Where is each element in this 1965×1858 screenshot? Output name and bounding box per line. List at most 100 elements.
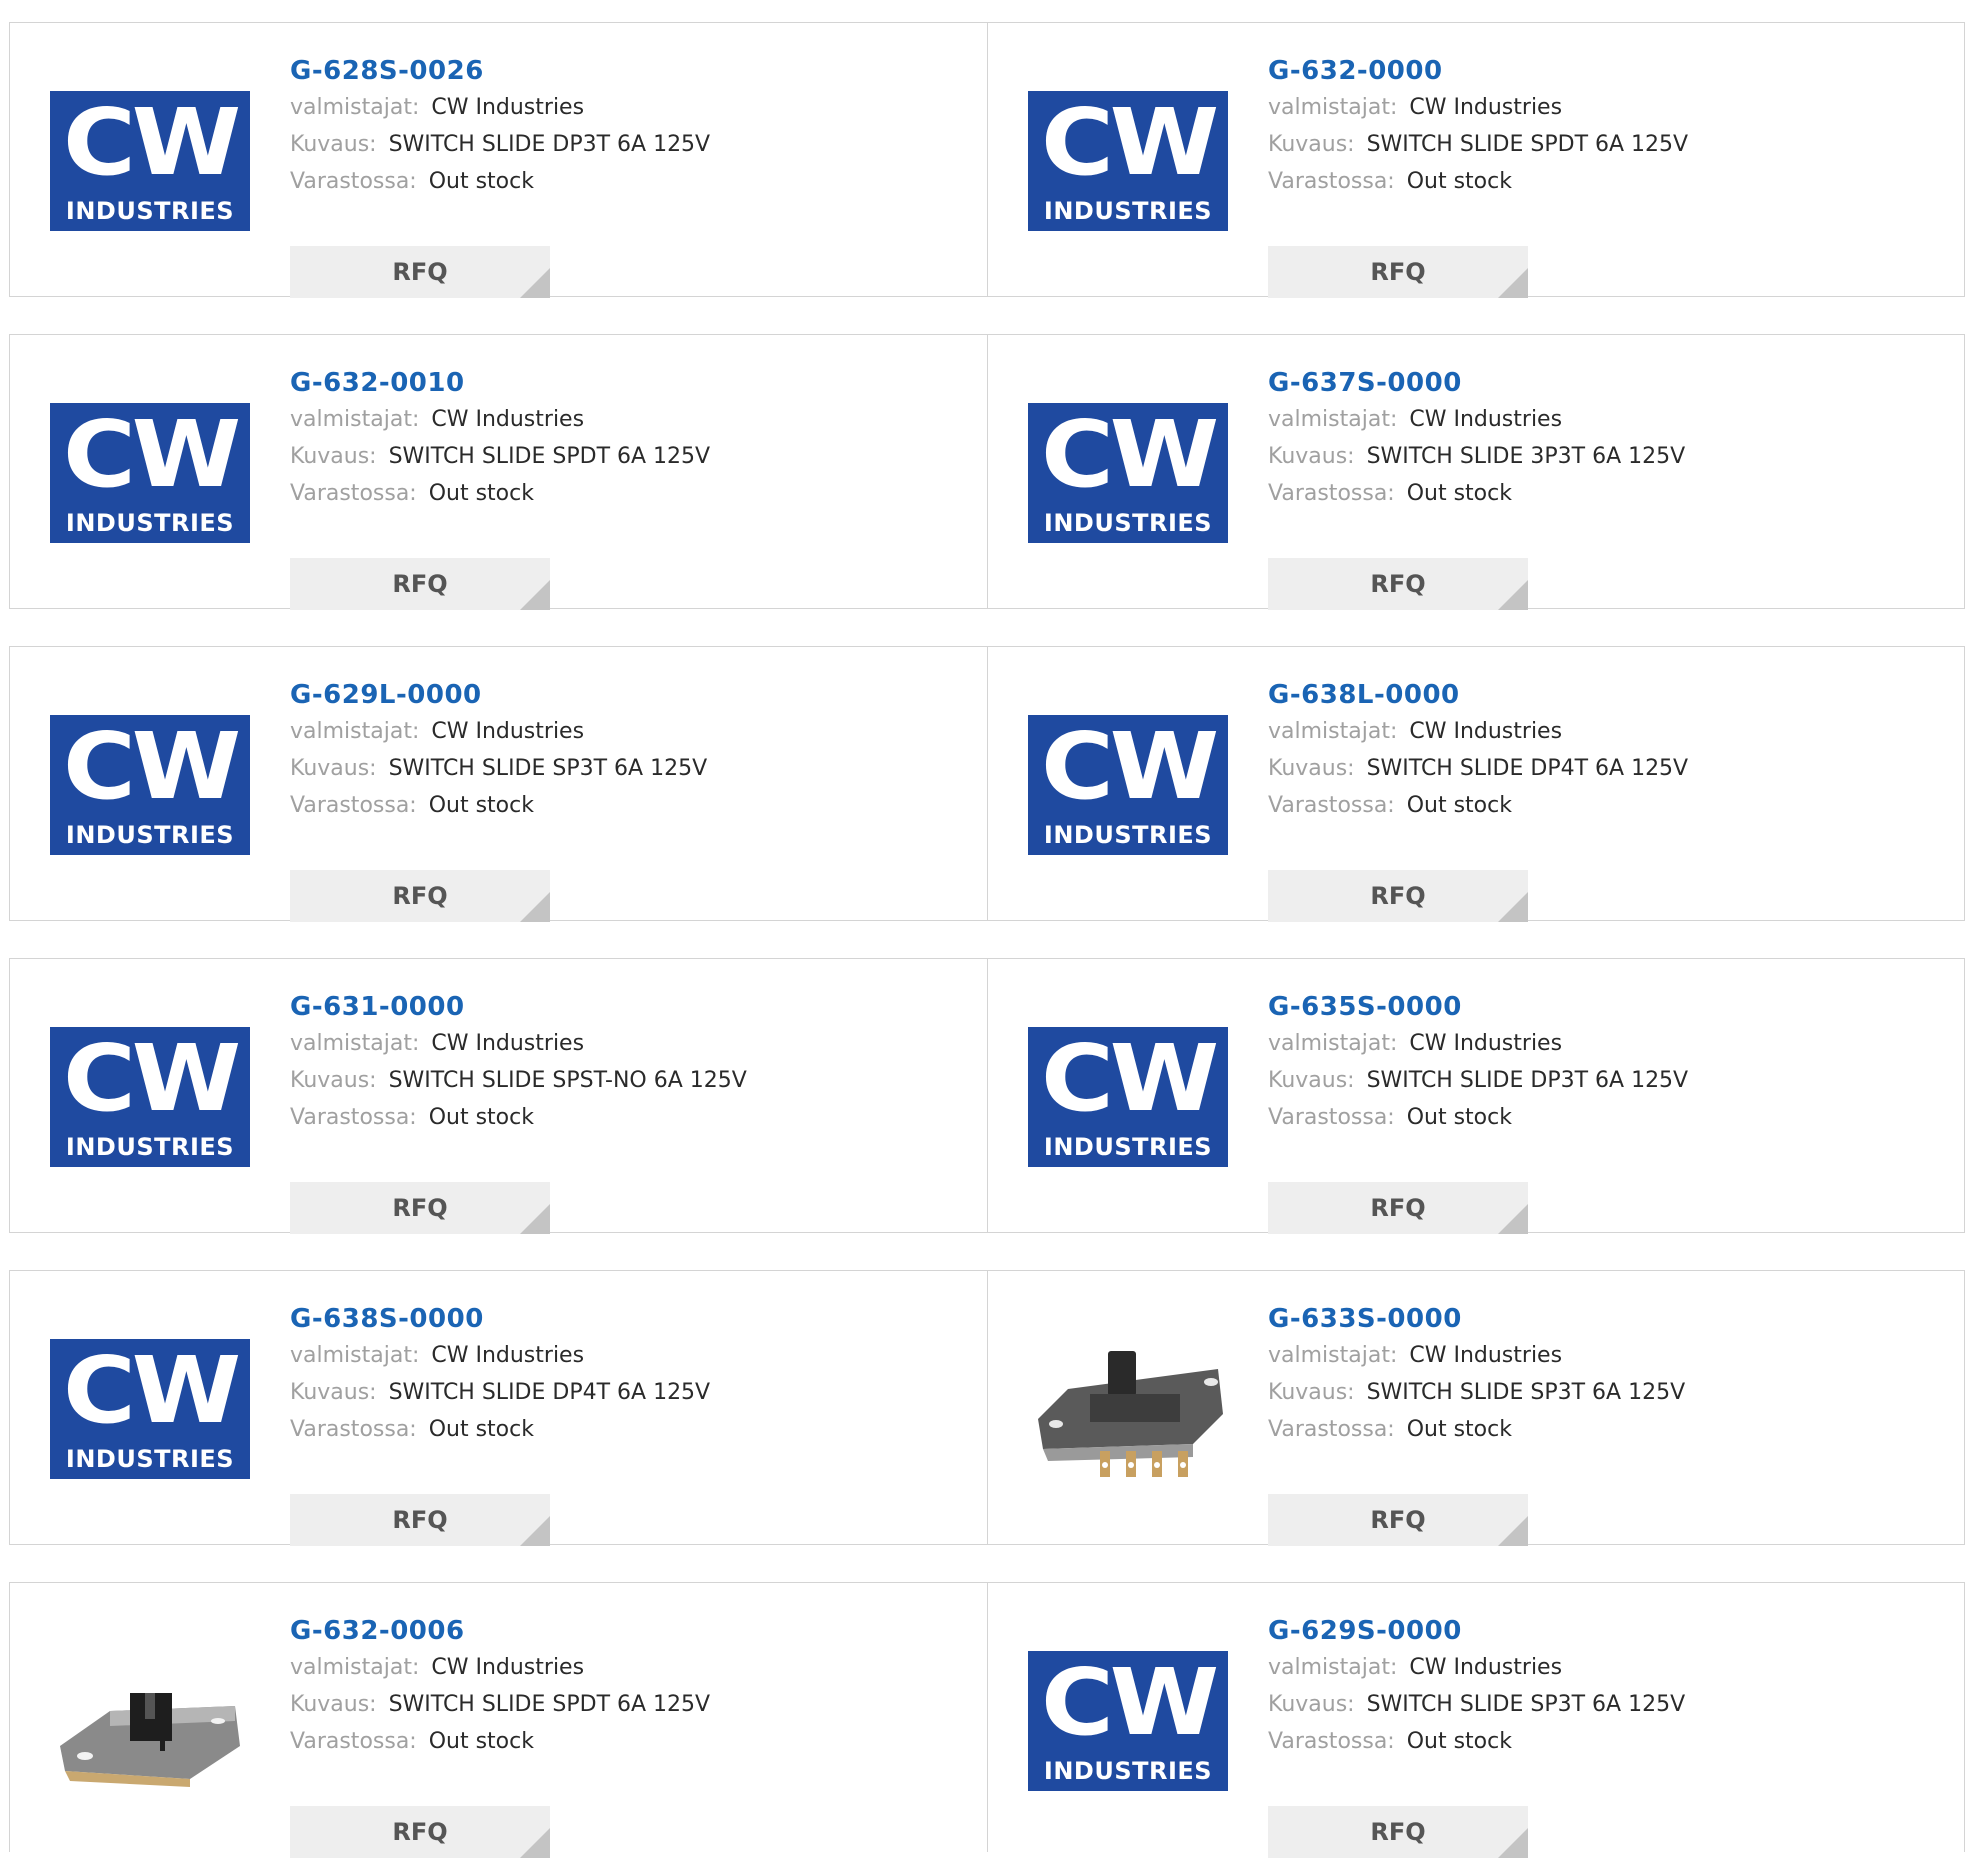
- rfq-button[interactable]: RFQ: [290, 1806, 550, 1858]
- part-number-link[interactable]: G-628S-0026: [290, 53, 484, 89]
- manufacturer-value[interactable]: CW Industries: [431, 1655, 584, 1680]
- manufacturer-label: valmistajat:: [1268, 719, 1398, 744]
- slide-switch-photo: [1038, 1351, 1223, 1477]
- product-image[interactable]: CW INDUSTRIES: [1028, 1651, 1228, 1791]
- product-image[interactable]: CW INDUSTRIES: [50, 91, 250, 231]
- stock-value: Out stock: [428, 169, 534, 194]
- product-row: CW INDUSTRIES G-629L-0000 valmistajat: CW …: [9, 646, 1965, 922]
- manufacturer-line: valmistajat: CW Industries: [1268, 713, 1908, 750]
- part-number-link[interactable]: G-638S-0000: [290, 1301, 484, 1337]
- rfq-button[interactable]: RFQ: [1268, 246, 1528, 298]
- manufacturer-line: valmistajat: CW Industries: [290, 1025, 930, 1062]
- product-card: CW INDUSTRIES G-628S-0026 valmistajat: CW …: [10, 23, 988, 298]
- manufacturer-label: valmistajat:: [1268, 1343, 1398, 1368]
- manufacturer-value[interactable]: CW Industries: [1409, 719, 1562, 744]
- product-image[interactable]: [1028, 1339, 1228, 1479]
- stock-label: Varastossa:: [1268, 481, 1395, 506]
- manufacturer-value[interactable]: CW Industries: [431, 1031, 584, 1056]
- logo-wordmark: INDUSTRIES: [1043, 821, 1213, 849]
- stock-value: Out stock: [428, 1105, 534, 1130]
- manufacturer-label: valmistajat:: [1268, 1655, 1398, 1680]
- logo-mark: CW: [63, 1339, 241, 1444]
- description-label: Kuvaus:: [290, 756, 377, 781]
- manufacturer-value[interactable]: CW Industries: [1409, 1031, 1562, 1056]
- rfq-button-label: RFQ: [1370, 1818, 1426, 1846]
- description-label: Kuvaus:: [1268, 756, 1355, 781]
- stock-value: Out stock: [1406, 169, 1512, 194]
- logo-mark: CW: [1041, 403, 1219, 508]
- description-value: SWITCH SLIDE SPDT 6A 125V: [388, 1692, 711, 1717]
- manufacturer-label: valmistajat:: [1268, 1031, 1398, 1056]
- description-value: SWITCH SLIDE SP3T 6A 125V: [388, 756, 708, 781]
- rfq-button-label: RFQ: [1370, 258, 1426, 286]
- manufacturer-value[interactable]: CW Industries: [431, 95, 584, 120]
- product-image[interactable]: CW INDUSTRIES: [1028, 715, 1228, 855]
- product-image[interactable]: [50, 1651, 250, 1791]
- logo-mark: CW: [63, 91, 241, 196]
- rfq-button[interactable]: RFQ: [1268, 1182, 1528, 1234]
- description-label: Kuvaus:: [290, 1380, 377, 1405]
- rfq-button[interactable]: RFQ: [1268, 1806, 1528, 1858]
- manufacturer-value[interactable]: CW Industries: [431, 719, 584, 744]
- rfq-button[interactable]: RFQ: [290, 558, 550, 610]
- manufacturer-line: valmistajat: CW Industries: [1268, 1025, 1908, 1062]
- rfq-button[interactable]: RFQ: [1268, 1494, 1528, 1546]
- product-card: CW INDUSTRIES G-638L-0000 valmistajat: CW …: [988, 647, 1965, 922]
- product-info: G-632-0010 valmistajat: CW Industries Kuv…: [290, 365, 930, 610]
- rfq-button-label: RFQ: [392, 1194, 448, 1222]
- corner-triangle-icon: [520, 1204, 550, 1234]
- product-image[interactable]: CW INDUSTRIES: [1028, 1027, 1228, 1167]
- rfq-button[interactable]: RFQ: [1268, 558, 1528, 610]
- part-number-link[interactable]: G-635S-0000: [1268, 989, 1462, 1025]
- manufacturer-value[interactable]: CW Industries: [431, 407, 584, 432]
- description-value: SWITCH SLIDE SPDT 6A 125V: [1366, 132, 1689, 157]
- product-image[interactable]: CW INDUSTRIES: [1028, 91, 1228, 231]
- description-value: SWITCH SLIDE DP3T 6A 125V: [388, 132, 711, 157]
- manufacturer-value[interactable]: CW Industries: [431, 1343, 584, 1368]
- rfq-button[interactable]: RFQ: [290, 870, 550, 922]
- product-image[interactable]: CW INDUSTRIES: [50, 1339, 250, 1479]
- manufacturer-value[interactable]: CW Industries: [1409, 1343, 1562, 1368]
- stock-label: Varastossa:: [1268, 1417, 1395, 1442]
- manufacturer-value[interactable]: CW Industries: [1409, 1655, 1562, 1680]
- product-row: G-632-0006 valmistajat: CW Industries Kuv…: [9, 1582, 1965, 1858]
- product-row: CW INDUSTRIES G-628S-0026 valmistajat: CW …: [9, 22, 1965, 298]
- manufacturer-value[interactable]: CW Industries: [1409, 407, 1562, 432]
- stock-label: Varastossa:: [290, 1729, 417, 1754]
- part-number-link[interactable]: G-631-0000: [290, 989, 465, 1025]
- product-image[interactable]: CW INDUSTRIES: [50, 715, 250, 855]
- rfq-button[interactable]: RFQ: [290, 1182, 550, 1234]
- product-image[interactable]: CW INDUSTRIES: [50, 1027, 250, 1167]
- part-number-link[interactable]: G-629S-0000: [1268, 1613, 1462, 1649]
- part-number-link[interactable]: G-637S-0000: [1268, 365, 1462, 401]
- product-info: G-629L-0000 valmistajat: CW Industries Ku…: [290, 677, 930, 922]
- description-label: Kuvaus:: [1268, 132, 1355, 157]
- logo-wordmark: INDUSTRIES: [65, 1133, 235, 1161]
- slide-switch-photo: [60, 1693, 240, 1787]
- part-number-link[interactable]: G-632-0006: [290, 1613, 465, 1649]
- logo-wordmark: INDUSTRIES: [65, 197, 235, 225]
- cw-industries-logo: CW INDUSTRIES: [50, 715, 250, 855]
- product-image[interactable]: CW INDUSTRIES: [50, 403, 250, 543]
- product-info: G-632-0000 valmistajat: CW Industries Kuv…: [1268, 53, 1908, 298]
- logo-mark: CW: [63, 715, 241, 820]
- part-number-link[interactable]: G-629L-0000: [290, 677, 482, 713]
- rfq-button[interactable]: RFQ: [1268, 870, 1528, 922]
- logo-wordmark: INDUSTRIES: [65, 821, 235, 849]
- part-number-link[interactable]: G-638L-0000: [1268, 677, 1460, 713]
- corner-triangle-icon: [1498, 892, 1528, 922]
- manufacturer-value[interactable]: CW Industries: [1409, 95, 1562, 120]
- rfq-button[interactable]: RFQ: [290, 246, 550, 298]
- description-value: SWITCH SLIDE DP4T 6A 125V: [1366, 756, 1689, 781]
- description-line: Kuvaus: SWITCH SLIDE DP3T 6A 125V: [290, 126, 930, 163]
- part-number-link[interactable]: G-633S-0000: [1268, 1301, 1462, 1337]
- product-image[interactable]: CW INDUSTRIES: [1028, 403, 1228, 543]
- product-info: G-628S-0026 valmistajat: CW Industries Ku…: [290, 53, 930, 298]
- corner-triangle-icon: [1498, 1516, 1528, 1546]
- part-number-link[interactable]: G-632-0000: [1268, 53, 1443, 89]
- part-number-link[interactable]: G-632-0010: [290, 365, 465, 401]
- logo-wordmark: INDUSTRIES: [65, 1445, 235, 1473]
- rfq-button[interactable]: RFQ: [290, 1494, 550, 1546]
- stock-label: Varastossa:: [1268, 1729, 1395, 1754]
- description-label: Kuvaus:: [290, 1692, 377, 1717]
